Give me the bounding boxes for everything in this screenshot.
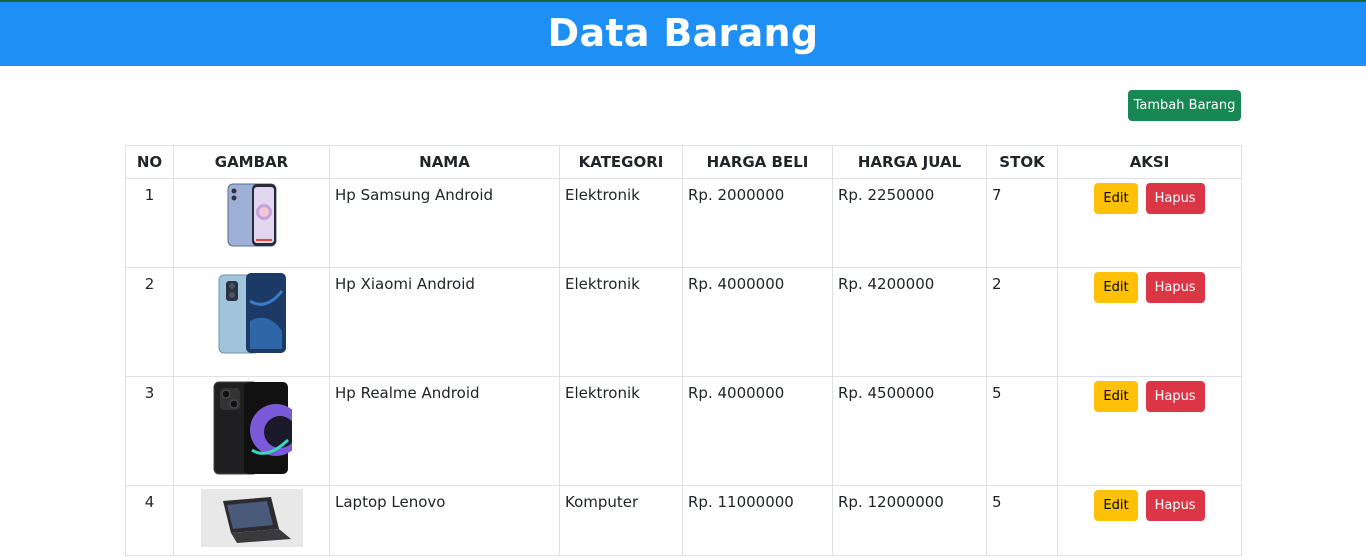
cell-stok: 2 [986, 267, 1058, 377]
table-header-row: NO GAMBAR NAMA KATEGORI HARGA BELI HARGA… [125, 145, 1242, 179]
table-row: 4 Laptop Lenovo Komputer Rp. 11000000 Rp… [125, 485, 1242, 556]
cell-nama: Hp Realme Android [329, 376, 560, 486]
cell-no: 3 [125, 376, 174, 486]
samsung-phone-image [227, 183, 276, 247]
column-header-no: NO [125, 145, 174, 179]
column-header-stok: STOK [986, 145, 1058, 179]
page-title: Data Barang [547, 11, 819, 55]
delete-button[interactable]: Hapus [1145, 272, 1205, 303]
column-header-gambar: GAMBAR [173, 145, 330, 179]
realme-phone-image [213, 381, 292, 475]
cell-nama: Hp Xiaomi Android [329, 267, 560, 377]
cell-image [173, 178, 330, 268]
cell-kategori: Elektronik [559, 376, 683, 486]
cell-no: 2 [125, 267, 174, 377]
edit-button[interactable]: Edit [1094, 381, 1138, 412]
cell-harga-beli: Rp. 2000000 [682, 178, 833, 268]
cell-nama: Hp Samsung Android [329, 178, 560, 268]
edit-button[interactable]: Edit [1094, 490, 1138, 521]
cell-no: 4 [125, 485, 174, 556]
delete-button[interactable]: Hapus [1145, 490, 1205, 521]
edit-button[interactable]: Edit [1094, 183, 1138, 214]
cell-nama: Laptop Lenovo [329, 485, 560, 556]
lenovo-laptop-image [200, 489, 303, 547]
cell-kategori: Komputer [559, 485, 683, 556]
page-header: Data Barang [0, 0, 1366, 66]
cell-image [173, 376, 330, 486]
column-header-nama: NAMA [329, 145, 560, 179]
cell-aksi: Edit Hapus [1057, 376, 1242, 486]
column-header-harga-beli: HARGA BELI [682, 145, 833, 179]
items-table: NO GAMBAR NAMA KATEGORI HARGA BELI HARGA… [125, 145, 1242, 556]
cell-stok: 5 [986, 376, 1058, 486]
delete-button[interactable]: Hapus [1145, 183, 1205, 214]
table-row: 1 Hp Samsung Android Elektronik Rp. 2000… [125, 178, 1242, 268]
table-row: 3 Hp Realme Android Elektronik Rp. 40000… [125, 376, 1242, 486]
xiaomi-phone-image [218, 273, 286, 354]
column-header-kategori: KATEGORI [559, 145, 683, 179]
cell-aksi: Edit Hapus [1057, 485, 1242, 556]
cell-image [173, 485, 330, 556]
cell-kategori: Elektronik [559, 178, 683, 268]
cell-stok: 5 [986, 485, 1058, 556]
table-row: 2 Hp Xiaomi Android Elektronik Rp. 40000… [125, 267, 1242, 377]
column-header-harga-jual: HARGA JUAL [832, 145, 987, 179]
cell-harga-beli: Rp. 4000000 [682, 376, 833, 486]
cell-no: 1 [125, 178, 174, 268]
cell-harga-jual: Rp. 4200000 [832, 267, 987, 377]
edit-button[interactable]: Edit [1094, 272, 1138, 303]
delete-button[interactable]: Hapus [1145, 381, 1205, 412]
cell-kategori: Elektronik [559, 267, 683, 377]
cell-harga-jual: Rp. 2250000 [832, 178, 987, 268]
cell-aksi: Edit Hapus [1057, 267, 1242, 377]
cell-harga-jual: Rp. 12000000 [832, 485, 987, 556]
cell-aksi: Edit Hapus [1057, 178, 1242, 268]
cell-harga-beli: Rp. 11000000 [682, 485, 833, 556]
cell-harga-jual: Rp. 4500000 [832, 376, 987, 486]
add-item-button[interactable]: Tambah Barang [1128, 90, 1241, 121]
cell-harga-beli: Rp. 4000000 [682, 267, 833, 377]
cell-stok: 7 [986, 178, 1058, 268]
cell-image [173, 267, 330, 377]
column-header-aksi: AKSI [1057, 145, 1242, 179]
